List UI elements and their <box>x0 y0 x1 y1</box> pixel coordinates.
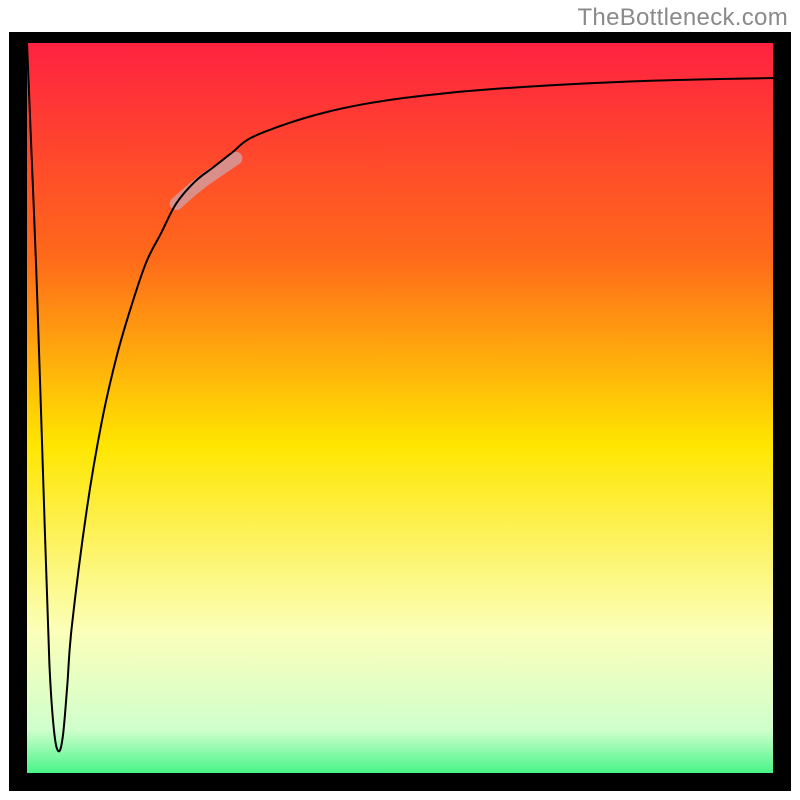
gradient-background <box>18 34 782 782</box>
chart-svg <box>0 32 800 800</box>
chart-container: TheBottleneck.com <box>0 0 800 800</box>
watermark-text: TheBottleneck.com <box>577 4 788 32</box>
plot-area <box>18 34 782 782</box>
